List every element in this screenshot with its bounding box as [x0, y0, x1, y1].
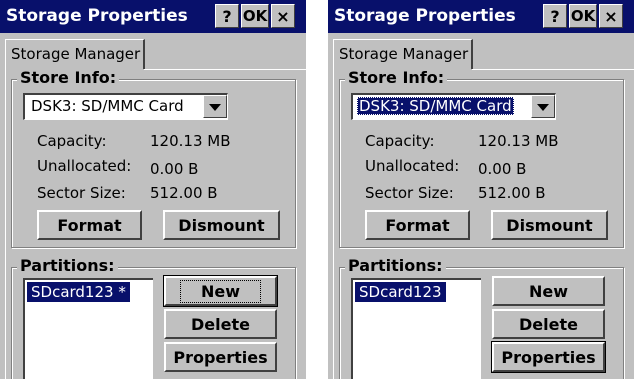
- store-select[interactable]: DSK3: SD/MMC Card: [351, 93, 556, 120]
- store-select[interactable]: DSK3: SD/MMC Card: [23, 93, 228, 120]
- capacity-label: Capacity:: [365, 132, 435, 150]
- ok-button[interactable]: OK: [241, 4, 269, 28]
- help-button[interactable]: ?: [543, 4, 567, 28]
- format-button[interactable]: Format: [37, 210, 142, 240]
- format-button[interactable]: Format: [365, 210, 470, 240]
- properties-button[interactable]: Properties: [491, 341, 606, 373]
- unallocated-label: Unallocated:: [365, 157, 460, 175]
- partitions-list[interactable]: SDcard123: [351, 278, 481, 379]
- close-icon[interactable]: ×: [271, 4, 295, 28]
- new-button-label: New: [179, 279, 262, 303]
- tab-storage-manager[interactable]: Storage Manager: [333, 39, 473, 70]
- storage-properties-dialog-left: Storage Properties ? OK × Storage Manage…: [0, 0, 306, 379]
- ok-button[interactable]: OK: [569, 4, 597, 28]
- store-select-value: DSK3: SD/MMC Card: [357, 97, 514, 115]
- window-title: Storage Properties: [334, 6, 516, 26]
- new-button[interactable]: New: [163, 275, 278, 307]
- sector-size-value: 512.00 B: [150, 184, 218, 202]
- chevron-down-icon[interactable]: [531, 95, 555, 118]
- tab-storage-manager[interactable]: Storage Manager: [5, 39, 145, 70]
- chevron-down-icon[interactable]: [203, 95, 227, 118]
- window-title: Storage Properties: [6, 6, 188, 26]
- partitions-list[interactable]: SDcard123 *: [23, 278, 153, 379]
- title-bar: Storage Properties ? OK ×: [328, 0, 634, 33]
- unallocated-label: Unallocated:: [37, 157, 132, 175]
- title-bar: Storage Properties ? OK ×: [0, 0, 306, 33]
- close-icon[interactable]: ×: [599, 4, 623, 28]
- delete-button[interactable]: Delete: [492, 309, 605, 339]
- storage-properties-dialog-right: Storage Properties ? OK × Storage Manage…: [328, 0, 634, 379]
- store-info-legend: Store Info:: [17, 68, 120, 87]
- store-info-legend: Store Info:: [345, 68, 448, 87]
- sector-size-label: Sector Size:: [365, 184, 454, 202]
- partitions-legend: Partitions:: [17, 256, 118, 275]
- unallocated-value: 0.00 B: [478, 160, 527, 178]
- capacity-label: Capacity:: [37, 132, 107, 150]
- capacity-value: 120.13 MB: [150, 132, 231, 150]
- store-select-value: DSK3: SD/MMC Card: [31, 97, 184, 115]
- sector-size-value: 512.00 B: [478, 184, 546, 202]
- partitions-legend: Partitions:: [345, 256, 446, 275]
- dismount-button[interactable]: Dismount: [163, 210, 280, 240]
- sector-size-label: Sector Size:: [37, 184, 126, 202]
- unallocated-value: 0.00 B: [150, 160, 199, 178]
- properties-button[interactable]: Properties: [164, 342, 277, 372]
- new-button[interactable]: New: [492, 276, 605, 306]
- dismount-button[interactable]: Dismount: [491, 210, 608, 240]
- capacity-value: 120.13 MB: [478, 132, 559, 150]
- delete-button[interactable]: Delete: [164, 309, 277, 339]
- help-button[interactable]: ?: [215, 4, 239, 28]
- list-item[interactable]: SDcard123 *: [27, 282, 130, 302]
- list-item[interactable]: SDcard123: [355, 282, 446, 302]
